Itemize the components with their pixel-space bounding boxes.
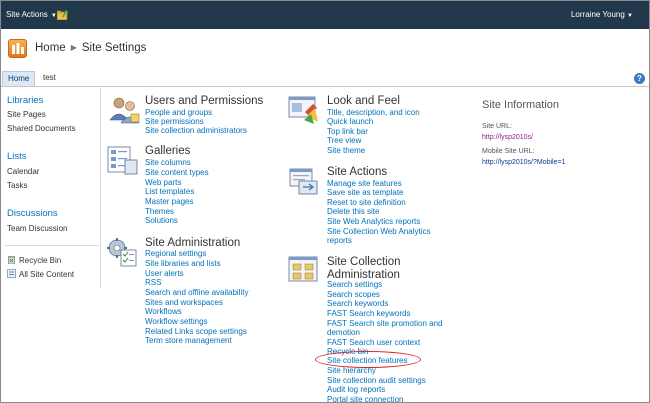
section-title-site-collection-administration: Site Collection Administration (327, 256, 401, 282)
site-url-link[interactable]: http://lysp2010s/ (482, 134, 533, 141)
link-site-collection-audit-settings[interactable]: Site collection audit settings (327, 376, 426, 385)
link-term-store-management[interactable]: Term store management (145, 336, 232, 345)
tab-test[interactable]: test (43, 73, 56, 82)
link-people-and-groups[interactable]: People and groups (145, 108, 212, 117)
link-themes[interactable]: Themes (145, 207, 174, 216)
breadcrumb-current: Site Settings (81, 42, 147, 54)
link-site-collection-web-analytics-reports[interactable]: reports (327, 236, 352, 245)
ql-heading-lists[interactable]: Lists (7, 151, 27, 162)
breadcrumb-arrow-icon: ▶ (70, 43, 77, 52)
site-url-label: Site URL: (482, 123, 512, 130)
ql-heading-libraries[interactable]: Libraries (7, 95, 43, 106)
all-site-content-icon (7, 269, 16, 278)
link-save-site-as-template[interactable]: Save site as template (327, 188, 403, 197)
link-list-templates[interactable]: List templates (145, 187, 194, 196)
link-site-collection-administrators[interactable]: Site collection administrators (145, 126, 247, 135)
ql-item-shared-documents[interactable]: Shared Documents (7, 124, 75, 133)
link-delete-this-site[interactable]: Delete this site (327, 207, 379, 216)
link-workflow-settings[interactable]: Workflow settings (145, 317, 208, 326)
link-site-permissions[interactable]: Site permissions (145, 117, 204, 126)
chevron-down-icon: ▼ (50, 13, 57, 19)
top-link-bar: Home test ? (1, 69, 649, 87)
sharepoint-window: Site Actions ▼ Lorraine Young ▼ Home ▶ Site… (0, 0, 650, 403)
link-site-collection-web-analytics[interactable]: Site Collection Web Analytics (327, 227, 430, 236)
link-title-description-icon[interactable]: Title, description, and icon (327, 108, 420, 117)
galleries-icon (107, 146, 138, 175)
link-search-scopes[interactable]: Search scopes (327, 290, 380, 299)
link-manage-site-features[interactable]: Manage site features (327, 179, 402, 188)
link-search-settings[interactable]: Search settings (327, 280, 382, 289)
users-permissions-icon (109, 97, 140, 124)
look-and-feel-icon (288, 96, 318, 124)
ql-divider (5, 245, 99, 246)
user-name-label: Lorraine Young (570, 10, 625, 19)
help-icon[interactable]: ? (634, 73, 645, 84)
link-site-columns[interactable]: Site columns (145, 158, 191, 167)
link-site-libraries-and-lists[interactable]: Site libraries and lists (145, 259, 221, 268)
link-site-theme[interactable]: Site theme (327, 146, 365, 155)
link-regional-settings[interactable]: Regional settings (145, 249, 206, 258)
ql-item-tasks[interactable]: Tasks (7, 181, 27, 190)
title-area: Home ▶ Site Settings (1, 29, 649, 69)
ql-recycle-bin[interactable]: Recycle Bin (7, 255, 61, 265)
link-related-links-scope[interactable]: Related Links scope settings (145, 327, 247, 336)
link-fast-search-demotion[interactable]: demotion (327, 328, 360, 337)
ql-item-site-pages[interactable]: Site Pages (7, 110, 46, 119)
ql-all-site-content[interactable]: All Site Content (7, 269, 74, 279)
site-actions-label: Site Actions (6, 10, 48, 19)
mobile-site-url-link[interactable]: http://lysp2010s/?Mobile=1 (482, 159, 565, 166)
quick-launch: Libraries Site Pages Shared Documents Li… (1, 88, 101, 288)
link-web-parts[interactable]: Web parts (145, 178, 181, 187)
ql-recycle-bin-label: Recycle Bin (19, 256, 62, 265)
section-title-users: Users and Permissions (145, 95, 264, 107)
link-fast-search-keywords[interactable]: FAST Search keywords (327, 309, 410, 318)
site-actions-menu[interactable]: Site Actions ▼ (6, 10, 57, 19)
section-title-galleries: Galleries (145, 145, 191, 157)
link-site-web-analytics-reports[interactable]: Site Web Analytics reports (327, 217, 420, 226)
link-fast-search-site-promotion[interactable]: FAST Search site promotion and (327, 319, 442, 328)
link-audit-log-reports[interactable]: Audit log reports (327, 385, 385, 394)
site-collection-administration-icon (288, 256, 318, 282)
link-master-pages[interactable]: Master pages (145, 197, 193, 206)
link-search-offline-availability[interactable]: Search and offline availability (145, 288, 248, 297)
ql-item-calendar[interactable]: Calendar (7, 167, 39, 176)
site-actions-icon (289, 168, 318, 195)
breadcrumb-home[interactable]: Home (35, 42, 66, 54)
section-title-look-and-feel: Look and Feel (327, 95, 400, 107)
recycle-bin-icon (8, 256, 15, 264)
link-tree-view[interactable]: Tree view (327, 136, 361, 145)
link-quick-launch[interactable]: Quick launch (327, 117, 373, 126)
mobile-site-url-label: Mobile Site URL: (482, 148, 535, 155)
link-rss[interactable]: RSS (145, 278, 161, 287)
tab-home[interactable]: Home (2, 71, 36, 86)
highlight-ellipse (315, 351, 421, 368)
site-information-heading: Site Information (482, 99, 560, 111)
ribbon-bar: Site Actions ▼ Lorraine Young ▼ (1, 1, 649, 29)
link-reset-to-site-definition[interactable]: Reset to site definition (327, 198, 406, 207)
navigate-up-icon[interactable] (57, 9, 69, 20)
link-search-keywords[interactable]: Search keywords (327, 299, 388, 308)
chevron-down-icon: ▼ (627, 13, 633, 19)
link-user-alerts[interactable]: User alerts (145, 269, 184, 278)
link-top-link-bar[interactable]: Top link bar (327, 127, 368, 136)
ql-all-site-content-label: All Site Content (19, 270, 75, 279)
page-title: Home ▶ Site Settings (35, 42, 146, 54)
link-portal-site-connection[interactable]: Portal site connection (327, 395, 404, 402)
user-menu[interactable]: Lorraine Young ▼ (571, 10, 633, 19)
section-title-site-actions: Site Actions (327, 166, 388, 178)
link-workflows[interactable]: Workflows (145, 307, 182, 316)
link-site-content-types[interactable]: Site content types (145, 168, 209, 177)
site-logo-icon[interactable] (8, 39, 27, 58)
link-fast-search-user-context[interactable]: FAST Search user context (327, 338, 420, 347)
link-solutions[interactable]: Solutions (145, 216, 178, 225)
link-sites-and-workspaces[interactable]: Sites and workspaces (145, 298, 223, 307)
site-administration-icon (107, 238, 137, 267)
ql-item-team-discussion[interactable]: Team Discussion (7, 224, 67, 233)
section-title-line1: Site Collection (327, 256, 401, 268)
ql-heading-discussions[interactable]: Discussions (7, 208, 58, 219)
